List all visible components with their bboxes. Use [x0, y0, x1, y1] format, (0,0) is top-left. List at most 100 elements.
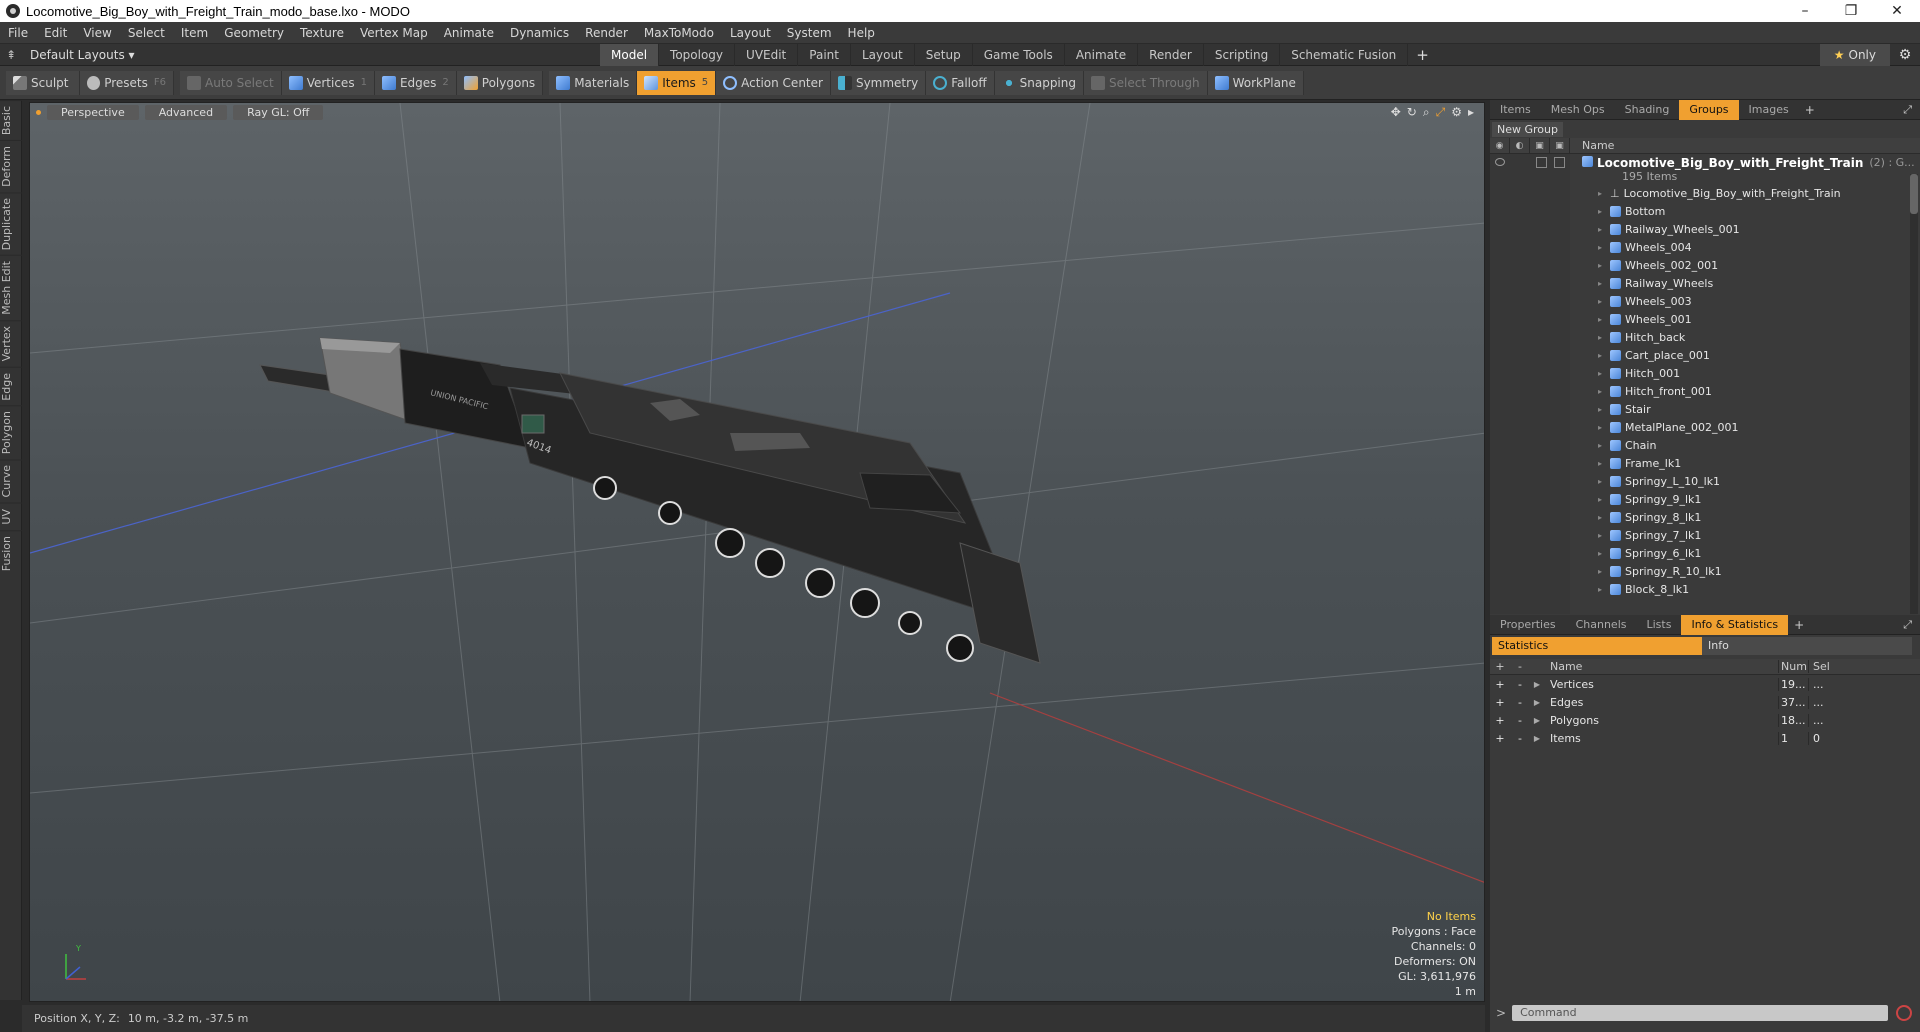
gear-icon[interactable]: ⚙ [1890, 47, 1920, 63]
list-item[interactable]: ▸ ⊥ Locomotive_Big_Boy_with_Freight_Train [1490, 184, 1920, 202]
items-button[interactable]: Items 5 [637, 70, 717, 95]
tab-model[interactable]: Model [600, 43, 660, 66]
collapse-arrows-icon[interactable]: ⇞ [6, 48, 20, 62]
layout-selector[interactable]: ⇞ Default Layouts ▾ [0, 48, 600, 62]
falloff-button[interactable]: Falloff [926, 70, 995, 95]
chevron-right-icon[interactable]: ▸ [1598, 459, 1606, 468]
list-item[interactable]: ▸ Springy_9_lk1 [1490, 490, 1920, 508]
fit-icon[interactable]: ⤢ [1436, 105, 1446, 120]
menu-file[interactable]: File [0, 22, 36, 44]
menu-vertex-map[interactable]: Vertex Map [352, 22, 436, 44]
lock-column-icon[interactable]: ▣ [1530, 137, 1550, 154]
snapping-button[interactable]: Snapping [994, 70, 1084, 95]
tab-animate[interactable]: Animate [1065, 43, 1139, 66]
chevron-right-icon[interactable]: ▸ [1598, 297, 1606, 306]
chevron-right-icon[interactable]: ▸ [1598, 243, 1606, 252]
tab-schematic-fusion[interactable]: Schematic Fusion [1280, 43, 1409, 66]
workplane-button[interactable]: WorkPlane [1207, 70, 1304, 95]
chevron-right-icon[interactable]: ▸ [1598, 567, 1606, 576]
close-button[interactable]: ✕ [1874, 0, 1920, 22]
perspective-button[interactable]: Perspective [47, 104, 139, 120]
menu-animate[interactable]: Animate [436, 22, 502, 44]
presets-button[interactable]: Presets F6 [80, 70, 174, 95]
sculpt-button[interactable]: Sculpt [6, 70, 80, 95]
vtab-duplicate[interactable]: Duplicate [0, 192, 22, 256]
menu-view[interactable]: View [75, 22, 119, 44]
raygl-button[interactable]: Ray GL: Off [233, 104, 324, 120]
list-item[interactable]: ▸ Chain [1490, 436, 1920, 454]
eye-icon[interactable] [1495, 158, 1505, 166]
viewport-menu-dot[interactable] [36, 109, 41, 115]
chevron-right-icon[interactable]: ▸ [1598, 261, 1606, 270]
menu-dynamics[interactable]: Dynamics [502, 22, 577, 44]
list-item[interactable]: ▸ Wheels_003 [1490, 292, 1920, 310]
tab-paint[interactable]: Paint [798, 43, 851, 66]
remove-column-icon[interactable]: - [1510, 660, 1530, 673]
add-column-icon[interactable]: + [1490, 660, 1510, 673]
chevron-right-icon[interactable]: ▸ [1598, 333, 1606, 342]
add-icon[interactable]: + [1490, 714, 1510, 727]
menu-texture[interactable]: Texture [292, 22, 352, 44]
polygons-button[interactable]: Polygons [456, 70, 544, 95]
zoom-icon[interactable]: ⌕ [1423, 105, 1430, 120]
edges-button[interactable]: Edges 2 [374, 70, 457, 95]
menu-render[interactable]: Render [577, 22, 636, 44]
expand-lower-panel-icon[interactable]: ⤢ [1903, 618, 1920, 632]
group-root-row[interactable]: Locomotive_Big_Boy_with_Freight_Train (2… [1490, 154, 1920, 184]
add-icon[interactable]: + [1490, 696, 1510, 709]
viewport-expand-icon[interactable]: ▸ [1468, 105, 1474, 120]
command-input[interactable]: Command [1512, 1005, 1888, 1021]
tab-properties[interactable]: Properties [1490, 615, 1566, 635]
chevron-right-icon[interactable]: ▸ [1598, 495, 1606, 504]
chevron-right-icon[interactable]: ▸ [1598, 513, 1606, 522]
tab-info-statistics[interactable]: Info & Statistics [1681, 614, 1789, 635]
menu-layout[interactable]: Layout [722, 22, 779, 44]
list-item[interactable]: ▸ Frame_lk1 [1490, 454, 1920, 472]
chevron-right-icon[interactable]: ▸ [1598, 531, 1606, 540]
table-row[interactable]: + - ▶ Items 1 0 [1490, 729, 1920, 747]
vtab-curve[interactable]: Curve [0, 459, 22, 503]
table-row[interactable]: + - ▶ Vertices 19... ... [1490, 675, 1920, 693]
advanced-button[interactable]: Advanced [144, 104, 228, 120]
maximize-button[interactable]: ❐ [1828, 0, 1874, 22]
select-through-button[interactable]: Select Through [1084, 70, 1208, 95]
list-item[interactable]: ▸ Stair [1490, 400, 1920, 418]
vtab-mesh-edit[interactable]: Mesh Edit [0, 255, 22, 321]
minimize-button[interactable]: – [1782, 0, 1828, 22]
action-center-button[interactable]: Action Center [716, 70, 831, 95]
list-item[interactable]: ▸ Springy_L_10_lk1 [1490, 472, 1920, 490]
list-item[interactable]: ▸ Wheels_004 [1490, 238, 1920, 256]
table-row[interactable]: + - ▶ Polygons 18... ... [1490, 711, 1920, 729]
tab-uvedit[interactable]: UVEdit [735, 43, 799, 66]
tab-render[interactable]: Render [1138, 43, 1204, 66]
menu-system[interactable]: System [779, 22, 840, 44]
expand-triangle-icon[interactable]: ▶ [1530, 698, 1544, 707]
chevron-right-icon[interactable]: ▸ [1598, 315, 1606, 324]
add-panel-tab-icon[interactable]: + [1799, 103, 1821, 117]
chevron-right-icon[interactable]: ▸ [1598, 279, 1606, 288]
tab-mesh-ops[interactable]: Mesh Ops [1541, 100, 1615, 120]
menu-help[interactable]: Help [840, 22, 883, 44]
add-icon[interactable]: + [1490, 732, 1510, 745]
visibility-column-icon[interactable]: ◉ [1490, 137, 1510, 154]
remove-icon[interactable]: - [1510, 678, 1530, 691]
chevron-right-icon[interactable]: ▸ [1598, 351, 1606, 360]
vtab-vertex[interactable]: Vertex [0, 320, 22, 367]
only-toggle[interactable]: ★ Only [1819, 43, 1890, 66]
chevron-right-icon[interactable]: ▸ [1598, 369, 1606, 378]
tab-topology[interactable]: Topology [659, 43, 736, 66]
auto-select-button[interactable]: Auto Select [180, 70, 282, 95]
tab-game-tools[interactable]: Game Tools [973, 43, 1065, 66]
chevron-right-icon[interactable]: ▸ [1598, 423, 1606, 432]
menu-item[interactable]: Item [173, 22, 216, 44]
subtab-info[interactable]: Info [1702, 637, 1912, 655]
menu-edit[interactable]: Edit [36, 22, 75, 44]
expand-triangle-icon[interactable]: ▶ [1530, 716, 1544, 725]
remove-icon[interactable]: - [1510, 696, 1530, 709]
menu-maxtomodo[interactable]: MaxToModo [636, 22, 722, 44]
add-lower-tab-icon[interactable]: + [1788, 618, 1810, 632]
menu-geometry[interactable]: Geometry [216, 22, 292, 44]
tab-layout[interactable]: Layout [851, 43, 915, 66]
tab-shading[interactable]: Shading [1615, 100, 1680, 120]
vtab-edge[interactable]: Edge [0, 366, 22, 406]
